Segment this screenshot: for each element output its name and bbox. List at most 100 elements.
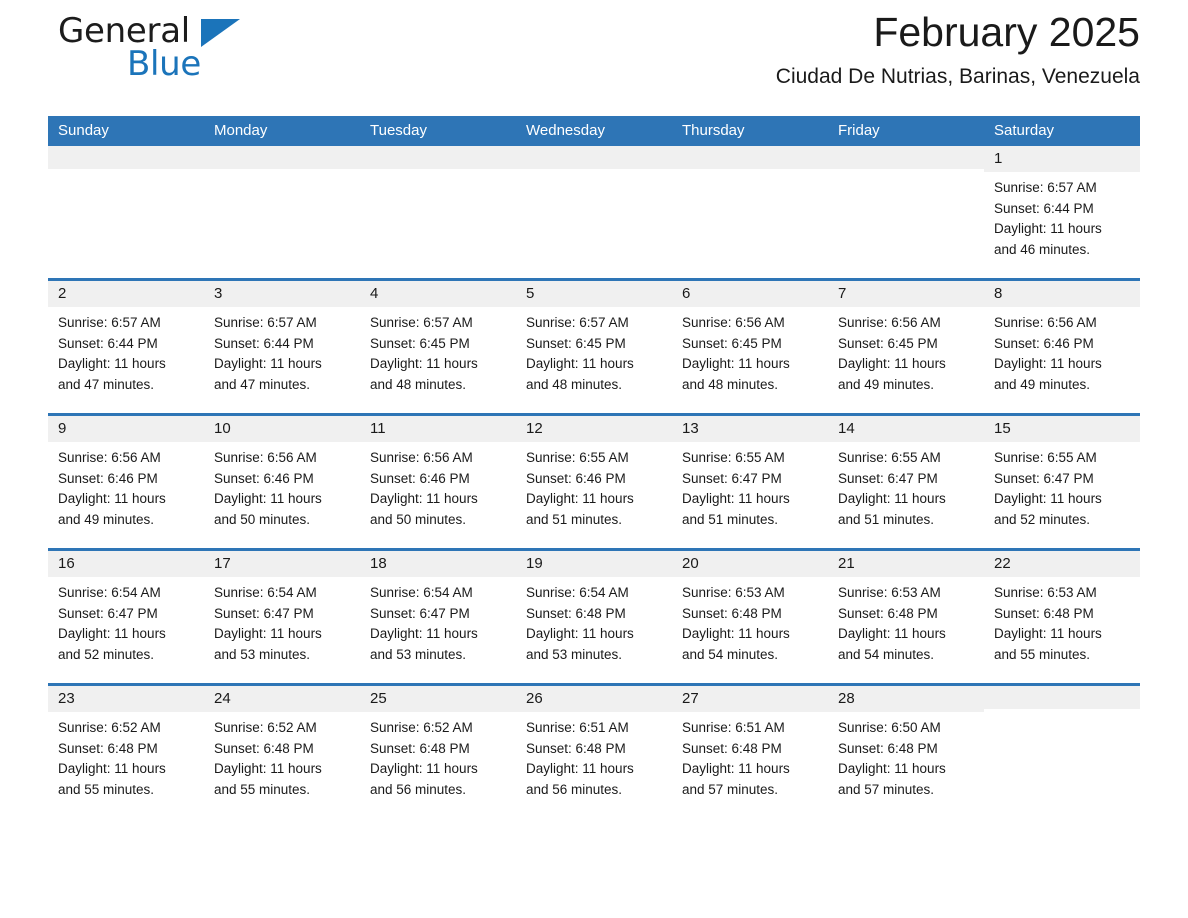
sunrise-text: Sunrise: 6:57 AM xyxy=(370,315,473,331)
daylight-text-line1: Daylight: 11 hours xyxy=(370,626,478,642)
sunset-text: Sunset: 6:44 PM xyxy=(58,335,158,351)
daylight-text-line2: and 55 minutes. xyxy=(58,781,155,797)
calendar-day-cell[interactable]: 21 Sunrise: 6:53 AM Sunset: 6:48 PM Dayligh… xyxy=(828,548,984,685)
daylight-text-line1: Daylight: 11 hours xyxy=(214,761,322,777)
daylight-text-line1: Daylight: 11 hours xyxy=(994,356,1102,372)
calendar-day-cell[interactable]: 11 Sunrise: 6:56 AM Sunset: 6:46 PM Dayligh… xyxy=(360,413,516,550)
calendar-day-cell[interactable]: 9 Sunrise: 6:56 AM Sunset: 6:46 PM Daylight… xyxy=(48,413,204,550)
location-subtitle: Ciudad De Nutrias, Barinas, Venezuela xyxy=(775,65,1140,89)
sunrise-text: Sunrise: 6:51 AM xyxy=(682,720,785,736)
daylight-text-line1: Daylight: 11 hours xyxy=(838,491,946,507)
calendar-day-cell[interactable]: 5 Sunrise: 6:57 AM Sunset: 6:45 PM Daylight… xyxy=(516,278,672,415)
daylight-text-line1: Daylight: 11 hours xyxy=(838,626,946,642)
title-block: February 2025 Ciudad De Nutrias, Barinas… xyxy=(348,0,1140,88)
day-details: Sunrise: 6:50 AM Sunset: 6:48 PM Daylight:… xyxy=(828,712,984,800)
calendar-day-cell[interactable]: 24 Sunrise: 6:52 AM Sunset: 6:48 PM Dayligh… xyxy=(204,683,360,818)
weekday-header-monday: Monday xyxy=(204,116,360,146)
day-number: 6 xyxy=(672,281,828,308)
day-number: 9 xyxy=(48,416,204,443)
sunset-text: Sunset: 6:48 PM xyxy=(838,740,938,756)
day-number: 13 xyxy=(672,416,828,443)
daylight-text-line2: and 47 minutes. xyxy=(58,376,155,392)
calendar-day-cell[interactable]: 23 Sunrise: 6:52 AM Sunset: 6:48 PM Dayligh… xyxy=(48,683,204,818)
sunrise-text: Sunrise: 6:57 AM xyxy=(214,315,317,331)
calendar-day-cell[interactable]: 1 Sunrise: 6:57 AM Sunset: 6:44 PM Daylight… xyxy=(984,146,1140,280)
daylight-text-line1: Daylight: 11 hours xyxy=(682,626,790,642)
calendar-day-cell[interactable]: 14 Sunrise: 6:55 AM Sunset: 6:47 PM Dayligh… xyxy=(828,413,984,550)
calendar-day-cell[interactable]: 2 Sunrise: 6:57 AM Sunset: 6:44 PM Daylight… xyxy=(48,278,204,415)
daylight-text-line1: Daylight: 11 hours xyxy=(682,761,790,777)
brand-triangle-icon xyxy=(201,19,240,47)
sunset-text: Sunset: 6:48 PM xyxy=(838,605,938,621)
sunset-text: Sunset: 6:46 PM xyxy=(526,470,626,486)
daylight-text-line2: and 53 minutes. xyxy=(526,646,623,662)
page-header: General Blue February 2025 Ciudad De Nut… xyxy=(48,0,1140,116)
sunset-text: Sunset: 6:48 PM xyxy=(526,605,626,621)
daylight-text-line2: and 49 minutes. xyxy=(58,511,155,527)
calendar-day-cell[interactable]: 19 Sunrise: 6:54 AM Sunset: 6:48 PM Dayligh… xyxy=(516,548,672,685)
sun-calendar-table: Sunday Monday Tuesday Wednesday Thursday Frid… xyxy=(48,116,1140,818)
calendar-day-cell[interactable]: 25 Sunrise: 6:52 AM Sunset: 6:48 PM Dayligh… xyxy=(360,683,516,818)
daylight-text-line1: Daylight: 11 hours xyxy=(526,761,634,777)
day-details: Sunrise: 6:56 AM Sunset: 6:46 PM Daylight:… xyxy=(48,442,204,530)
day-number: 27 xyxy=(672,686,828,713)
calendar-day-cell[interactable]: 16 Sunrise: 6:54 AM Sunset: 6:47 PM Dayligh… xyxy=(48,548,204,685)
calendar-cell-empty xyxy=(48,146,204,280)
calendar-day-cell[interactable]: 15 Sunrise: 6:55 AM Sunset: 6:47 PM Dayligh… xyxy=(984,413,1140,550)
daylight-text-line1: Daylight: 11 hours xyxy=(682,356,790,372)
daylight-text-line2: and 53 minutes. xyxy=(214,646,311,662)
daylight-text-line2: and 57 minutes. xyxy=(682,781,779,797)
sunset-text: Sunset: 6:46 PM xyxy=(214,470,314,486)
sunrise-text: Sunrise: 6:55 AM xyxy=(526,450,629,466)
calendar-day-cell[interactable]: 26 Sunrise: 6:51 AM Sunset: 6:48 PM Dayligh… xyxy=(516,683,672,818)
day-details: Sunrise: 6:54 AM Sunset: 6:47 PM Daylight:… xyxy=(360,577,516,665)
day-details: Sunrise: 6:56 AM Sunset: 6:45 PM Daylight:… xyxy=(828,307,984,395)
calendar-day-cell[interactable]: 17 Sunrise: 6:54 AM Sunset: 6:47 PM Dayligh… xyxy=(204,548,360,685)
sunset-text: Sunset: 6:48 PM xyxy=(682,740,782,756)
day-details: Sunrise: 6:55 AM Sunset: 6:47 PM Daylight:… xyxy=(984,442,1140,530)
calendar-day-cell[interactable]: 7 Sunrise: 6:56 AM Sunset: 6:45 PM Daylight… xyxy=(828,278,984,415)
daylight-text-line1: Daylight: 11 hours xyxy=(58,491,166,507)
sunrise-text: Sunrise: 6:54 AM xyxy=(58,585,161,601)
calendar-day-cell[interactable]: 8 Sunrise: 6:56 AM Sunset: 6:46 PM Daylight… xyxy=(984,278,1140,415)
day-number xyxy=(204,146,360,169)
calendar-week-row: 23 Sunrise: 6:52 AM Sunset: 6:48 PM Dayligh… xyxy=(48,683,1140,818)
sunrise-text: Sunrise: 6:56 AM xyxy=(682,315,785,331)
daylight-text-line1: Daylight: 11 hours xyxy=(214,626,322,642)
calendar-cell-empty xyxy=(984,683,1140,818)
day-number: 3 xyxy=(204,281,360,308)
day-details: Sunrise: 6:54 AM Sunset: 6:47 PM Daylight:… xyxy=(48,577,204,665)
brand-name-blue: Blue xyxy=(127,44,202,84)
calendar-week-row: 1 Sunrise: 6:57 AM Sunset: 6:44 PM Daylight… xyxy=(48,146,1140,280)
calendar-day-cell[interactable]: 27 Sunrise: 6:51 AM Sunset: 6:48 PM Dayligh… xyxy=(672,683,828,818)
sunrise-text: Sunrise: 6:53 AM xyxy=(838,585,941,601)
sunrise-text: Sunrise: 6:50 AM xyxy=(838,720,941,736)
daylight-text-line2: and 50 minutes. xyxy=(214,511,311,527)
day-details: Sunrise: 6:55 AM Sunset: 6:47 PM Daylight:… xyxy=(672,442,828,530)
sunset-text: Sunset: 6:47 PM xyxy=(58,605,158,621)
brand-logo[interactable]: General Blue xyxy=(48,14,348,94)
calendar-day-cell[interactable]: 13 Sunrise: 6:55 AM Sunset: 6:47 PM Dayligh… xyxy=(672,413,828,550)
sunset-text: Sunset: 6:45 PM xyxy=(370,335,470,351)
calendar-day-cell[interactable]: 12 Sunrise: 6:55 AM Sunset: 6:46 PM Dayligh… xyxy=(516,413,672,550)
day-details: Sunrise: 6:54 AM Sunset: 6:48 PM Daylight:… xyxy=(516,577,672,665)
calendar-day-cell[interactable]: 6 Sunrise: 6:56 AM Sunset: 6:45 PM Daylight… xyxy=(672,278,828,415)
sunrise-text: Sunrise: 6:55 AM xyxy=(682,450,785,466)
day-number: 20 xyxy=(672,551,828,578)
calendar-day-cell[interactable]: 28 Sunrise: 6:50 AM Sunset: 6:48 PM Dayligh… xyxy=(828,683,984,818)
calendar-day-cell[interactable]: 10 Sunrise: 6:56 AM Sunset: 6:46 PM Dayligh… xyxy=(204,413,360,550)
day-number: 14 xyxy=(828,416,984,443)
day-details: Sunrise: 6:55 AM Sunset: 6:46 PM Daylight:… xyxy=(516,442,672,530)
daylight-text-line2: and 52 minutes. xyxy=(58,646,155,662)
calendar-day-cell[interactable]: 18 Sunrise: 6:54 AM Sunset: 6:47 PM Dayligh… xyxy=(360,548,516,685)
sunset-text: Sunset: 6:44 PM xyxy=(994,200,1094,216)
daylight-text-line2: and 55 minutes. xyxy=(214,781,311,797)
calendar-day-cell[interactable]: 20 Sunrise: 6:53 AM Sunset: 6:48 PM Dayligh… xyxy=(672,548,828,685)
calendar-day-cell[interactable]: 22 Sunrise: 6:53 AM Sunset: 6:48 PM Dayligh… xyxy=(984,548,1140,685)
calendar-day-cell[interactable]: 3 Sunrise: 6:57 AM Sunset: 6:44 PM Daylight… xyxy=(204,278,360,415)
calendar-day-cell[interactable]: 4 Sunrise: 6:57 AM Sunset: 6:45 PM Daylight… xyxy=(360,278,516,415)
weekday-header-tuesday: Tuesday xyxy=(360,116,516,146)
day-details: Sunrise: 6:52 AM Sunset: 6:48 PM Daylight:… xyxy=(48,712,204,800)
sunset-text: Sunset: 6:45 PM xyxy=(526,335,626,351)
calendar-week-row: 9 Sunrise: 6:56 AM Sunset: 6:46 PM Daylight… xyxy=(48,413,1140,550)
